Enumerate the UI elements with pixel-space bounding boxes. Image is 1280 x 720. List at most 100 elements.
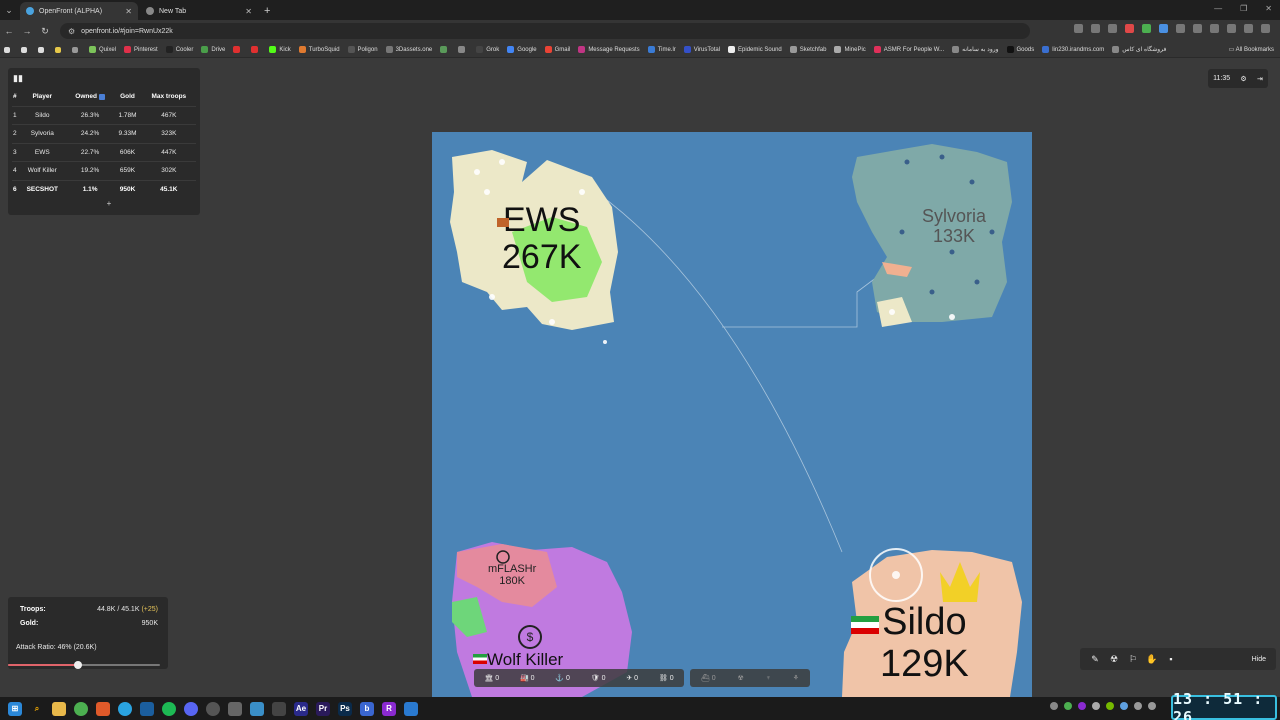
bookmark-item[interactable] <box>21 46 30 53</box>
sam-build-button[interactable]: ⛓ 0 <box>659 674 674 682</box>
terminal-icon[interactable] <box>272 701 286 716</box>
game-map[interactable]: $ EWS 267K Sylvoria 133K Sildo 129K Wolf… <box>432 132 1032 697</box>
bookmark-item[interactable]: Goods <box>1006 46 1034 53</box>
forward-icon[interactable]: → <box>18 26 36 36</box>
tab-openfront[interactable]: OpenFront (ALPHA) ✕ <box>20 2 138 20</box>
bookmark-item[interactable] <box>251 46 261 53</box>
nuke-button[interactable]: ☢ <box>738 674 744 682</box>
bookmark-item[interactable] <box>38 46 47 53</box>
tray-icon[interactable] <box>1148 702 1156 710</box>
slider-handle[interactable] <box>73 661 82 669</box>
bookmark-item[interactable] <box>233 46 243 53</box>
bookmark-item[interactable] <box>458 46 468 53</box>
tab-new-tab[interactable]: New Tab ✕ <box>140 2 258 20</box>
chrome-active-icon[interactable] <box>206 701 220 716</box>
bookmark-item[interactable]: Grok <box>476 46 499 53</box>
attack-ratio-slider[interactable] <box>8 661 160 669</box>
profile-icon[interactable] <box>1244 24 1253 33</box>
close-tab-icon[interactable]: ✕ <box>245 7 252 16</box>
bookmark-item[interactable]: VirusTotal <box>683 46 720 53</box>
file-explorer-icon[interactable] <box>52 701 66 716</box>
app-icon[interactable] <box>404 701 418 716</box>
chat-icon[interactable]: ▪ <box>1162 654 1180 664</box>
reload-icon[interactable]: ↻ <box>36 26 54 37</box>
menu-icon[interactable] <box>1261 24 1270 33</box>
after-effects-icon[interactable]: Ae <box>294 701 308 716</box>
port-build-button[interactable]: ⚓ 0 <box>555 674 570 682</box>
city-build-button[interactable]: 🏛 0 <box>484 674 499 682</box>
url-input[interactable]: ⚙ openfront.io/#join=RwnUx22k <box>60 23 1030 39</box>
exit-icon[interactable]: ⇥ <box>1257 75 1263 83</box>
discord-icon[interactable] <box>184 701 198 716</box>
bookmark-item[interactable]: Gmail <box>544 46 570 53</box>
extension-icon[interactable] <box>1193 24 1202 33</box>
apps-grid-icon[interactable] <box>72 46 81 53</box>
bar-chart-icon[interactable]: ▮▮ <box>13 73 23 84</box>
col-player[interactable]: Player <box>18 88 67 106</box>
extension-icon[interactable] <box>1176 24 1185 33</box>
bookmark-item[interactable]: Poligon <box>347 46 378 53</box>
steam-icon[interactable] <box>140 701 154 716</box>
rider-icon[interactable]: R <box>382 701 396 716</box>
table-row[interactable]: 4 Wolf Killer 19.2% 659K 302K <box>12 161 196 180</box>
extension-icon[interactable] <box>1142 24 1151 33</box>
table-row-self[interactable]: 6 SECSHOT 1.1% 950K 45.1K <box>12 179 196 199</box>
tray-icon[interactable] <box>1064 702 1072 710</box>
warship-button[interactable]: ⛴ 0 <box>701 674 716 682</box>
minimize-icon[interactable]: — <box>1214 4 1222 13</box>
bookmark-item[interactable]: 3Dassets.one <box>385 46 432 53</box>
factory-build-button[interactable]: 🏭 0 <box>520 674 535 682</box>
puzzle-icon[interactable] <box>1227 24 1236 33</box>
extension-icon[interactable] <box>1210 24 1219 33</box>
mirv-button[interactable]: ⚘ <box>793 674 799 682</box>
table-row[interactable]: 2 Sylvoria 24.2% 9.33M 323K <box>12 124 196 143</box>
close-window-icon[interactable]: ✕ <box>1265 4 1272 13</box>
expand-leaderboard-button[interactable]: + <box>102 199 116 211</box>
defense-build-button[interactable]: 🛡 0 <box>591 674 606 682</box>
hide-button[interactable]: Hide <box>1252 656 1266 663</box>
blender-icon[interactable]: b <box>360 701 374 716</box>
bookmark-item[interactable] <box>4 46 13 53</box>
photoshop-icon[interactable]: Ps <box>338 701 352 716</box>
table-row[interactable]: 3 EWS 22.7% 606K 447K <box>12 142 196 162</box>
settings-gear-icon[interactable]: ⚙ <box>1240 75 1246 83</box>
bookmark-item[interactable]: Sketchfab <box>789 46 826 53</box>
tray-icon[interactable] <box>1050 702 1058 710</box>
col-owned[interactable]: Owned <box>67 88 113 106</box>
bookmark-item[interactable] <box>440 46 450 53</box>
bookmark-item[interactable]: Drive <box>201 46 225 53</box>
bookmark-item[interactable]: Time.lr <box>647 46 676 53</box>
premiere-icon[interactable]: Pr <box>316 701 330 716</box>
bookmark-item[interactable]: MinePic <box>834 46 866 53</box>
extension-icon[interactable] <box>1159 24 1168 33</box>
close-tab-icon[interactable]: ✕ <box>125 7 132 16</box>
tray-icon[interactable] <box>1120 702 1128 710</box>
bookmark-item[interactable]: lin230.irandms.com <box>1042 46 1104 53</box>
all-bookmarks-button[interactable]: ▭ All Bookmarks <box>1229 46 1274 53</box>
nuke-icon[interactable]: ☢ <box>1105 654 1123 665</box>
col-gold[interactable]: Gold <box>113 88 141 106</box>
back-icon[interactable]: ← <box>0 26 18 36</box>
telegram-icon[interactable] <box>118 701 132 716</box>
bookmark-item[interactable]: ASMR For People W... <box>873 46 944 53</box>
site-info-icon[interactable]: ⚙ <box>68 27 75 36</box>
handshake-icon[interactable]: ✋ <box>1143 654 1161 665</box>
pencil-icon[interactable]: ✎ <box>1086 654 1104 665</box>
bookmark-item[interactable]: ورود به سامانه <box>952 46 999 53</box>
tray-icon[interactable] <box>1078 702 1086 710</box>
bookmark-item[interactable]: Kick <box>269 46 291 53</box>
hydrogen-bomb-button[interactable]: ♆ <box>766 675 771 682</box>
tab-search-icon[interactable]: ⌄ <box>0 0 18 20</box>
new-tab-button[interactable]: + <box>264 2 270 20</box>
app-icon[interactable] <box>228 701 242 716</box>
send-troops-icon[interactable]: ⚐ <box>1124 654 1142 665</box>
bookmark-item[interactable]: Pinterest <box>124 46 158 53</box>
app-icon[interactable] <box>250 701 264 716</box>
cast-icon[interactable] <box>1074 24 1083 33</box>
chrome-icon[interactable] <box>74 701 88 716</box>
tray-icon[interactable] <box>1106 702 1114 710</box>
extension-icon[interactable] <box>1125 24 1134 33</box>
spotify-icon[interactable] <box>162 701 176 716</box>
start-menu-icon[interactable]: ⊞ <box>8 701 22 716</box>
bookmark-item[interactable]: Epidemic Sound <box>728 46 782 53</box>
